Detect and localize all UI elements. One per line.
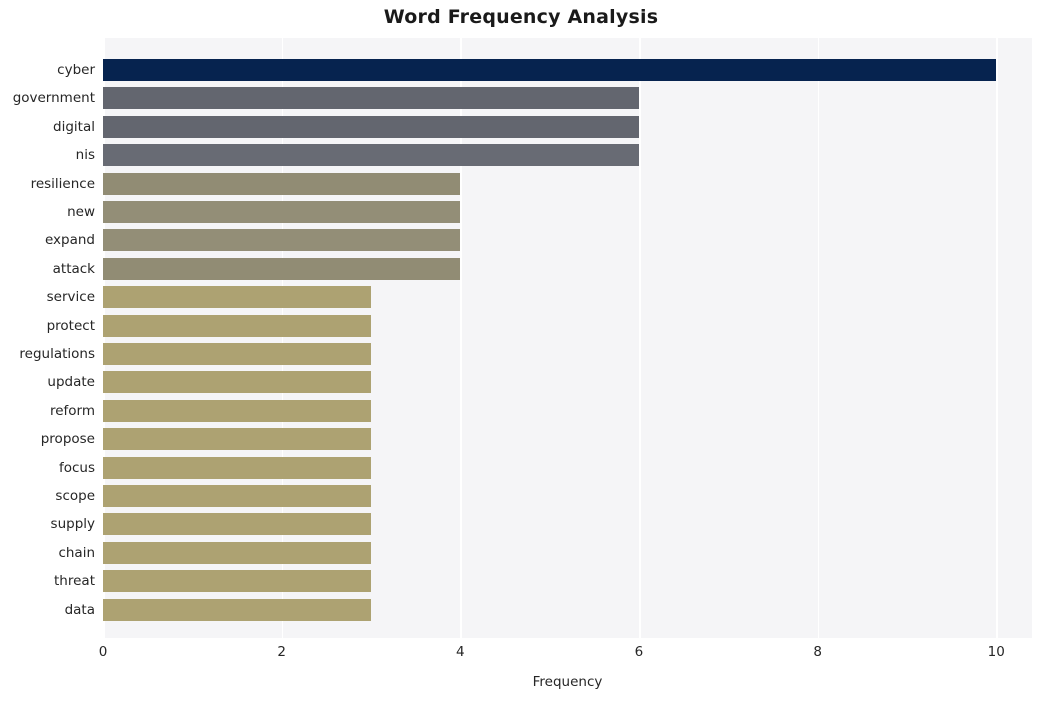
y-tick-label: update	[47, 374, 95, 391]
word-frequency-chart-figure: Word Frequency Analysis cyber government d…	[0, 0, 1042, 701]
bar[interactable]	[103, 59, 997, 81]
bar[interactable]	[103, 428, 371, 451]
bar[interactable]	[103, 115, 639, 138]
bar[interactable]	[103, 314, 371, 337]
bar[interactable]	[103, 485, 371, 507]
y-tick-label: reform	[49, 402, 95, 419]
x-tick-label: 6	[634, 644, 644, 660]
y-tick-label: data	[64, 601, 95, 618]
y-tick-label: protect	[46, 317, 95, 334]
y-tick-label: expand	[44, 232, 95, 249]
bar[interactable]	[103, 201, 461, 223]
bar[interactable]	[103, 598, 371, 621]
bar[interactable]	[103, 144, 639, 167]
y-tick-label: resilience	[30, 175, 95, 192]
y-tick-label: propose	[40, 431, 95, 448]
y-tick-label: supply	[50, 516, 95, 533]
x-tick-label: 10	[987, 644, 1005, 660]
y-tick-label: government	[12, 90, 95, 107]
bar[interactable]	[103, 257, 461, 280]
plot-area	[103, 38, 1032, 638]
y-tick-label: attack	[52, 260, 95, 277]
x-tick-label: 8	[813, 644, 822, 660]
y-tick-label: threat	[54, 573, 95, 590]
bar[interactable]	[103, 456, 371, 479]
y-tick-label: new	[67, 204, 95, 220]
y-tick-label: digital	[53, 118, 95, 135]
y-axis-tick-labels: cyber government digital nis resilience new ex…	[0, 38, 95, 638]
bar[interactable]	[103, 570, 371, 593]
x-tick-label: 4	[456, 644, 465, 660]
bar[interactable]	[103, 343, 371, 365]
x-axis-title: Frequency	[532, 674, 603, 690]
bars-layer	[103, 38, 1032, 638]
bar[interactable]	[103, 513, 371, 536]
bar[interactable]	[103, 286, 371, 309]
bar[interactable]	[103, 541, 371, 564]
chart-title: Word Frequency Analysis	[383, 6, 659, 28]
bar[interactable]	[103, 172, 461, 195]
x-tick-label: 2	[277, 644, 286, 660]
x-axis-tick-labels: 0 2 4 6 8 10	[0, 644, 1042, 666]
y-tick-label: scope	[55, 488, 95, 504]
y-tick-label: service	[46, 289, 95, 306]
y-tick-label: chain	[58, 544, 95, 561]
y-tick-label: focus	[58, 459, 95, 476]
bar[interactable]	[103, 229, 461, 252]
bar[interactable]	[103, 371, 371, 394]
x-tick-label: 0	[98, 644, 108, 660]
bar[interactable]	[103, 87, 639, 110]
y-tick-label: regulations	[19, 346, 95, 362]
y-tick-label: cyber	[57, 62, 95, 78]
bar[interactable]	[103, 399, 371, 422]
y-tick-label: nis	[75, 147, 95, 164]
